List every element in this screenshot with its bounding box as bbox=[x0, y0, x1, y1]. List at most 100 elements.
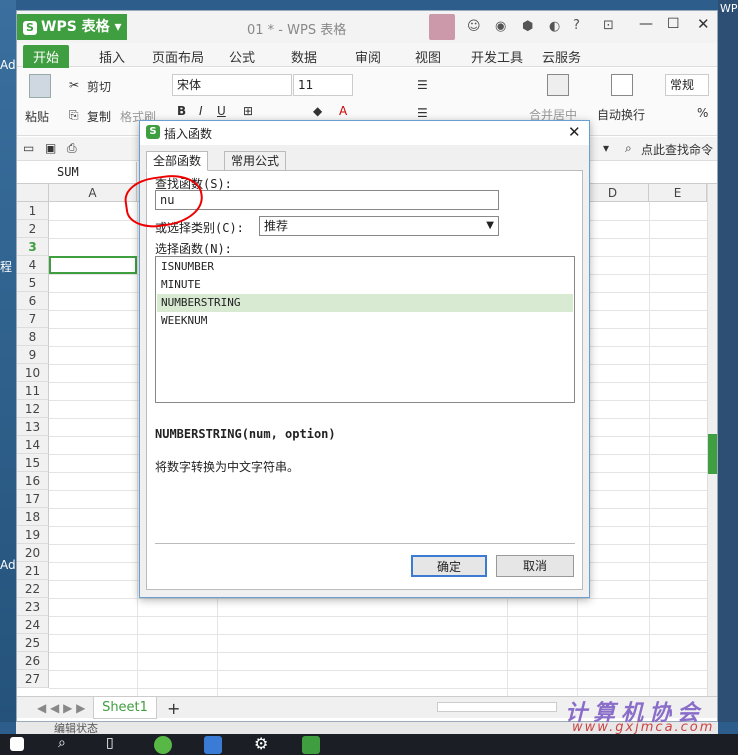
wrap-text-icon[interactable] bbox=[611, 74, 633, 96]
tab-all-functions[interactable]: 全部函数 bbox=[146, 151, 209, 171]
command-search[interactable]: 点此查找命令 bbox=[641, 141, 713, 158]
settings-icon[interactable]: ⚙ bbox=[254, 734, 268, 753]
wps-writer-icon[interactable] bbox=[204, 736, 222, 754]
tab-page-layout[interactable]: 页面布局 bbox=[152, 47, 204, 66]
row-header[interactable]: 10 bbox=[17, 364, 49, 382]
font-size-select[interactable]: 11 bbox=[293, 74, 353, 96]
quick-access-menu-icon[interactable]: ▾ bbox=[603, 141, 609, 155]
row-header[interactable]: 26 bbox=[17, 652, 49, 670]
row-header[interactable]: 18 bbox=[17, 508, 49, 526]
row-header[interactable]: 1 bbox=[17, 202, 49, 220]
start-icon[interactable] bbox=[10, 737, 24, 751]
task-view-icon[interactable]: ▯ bbox=[106, 735, 114, 751]
row-header[interactable]: 8 bbox=[17, 328, 49, 346]
tab-insert[interactable]: 插入 bbox=[99, 47, 125, 66]
vertical-scrollbar[interactable] bbox=[707, 184, 717, 696]
tab-cloud[interactable]: 云服务 bbox=[542, 47, 581, 66]
tab-common-formulas[interactable]: 常用公式 bbox=[224, 151, 287, 171]
wps-spreadsheet-icon[interactable] bbox=[302, 736, 320, 754]
row-header[interactable]: 21 bbox=[17, 562, 49, 580]
row-header[interactable]: 9 bbox=[17, 346, 49, 364]
row-header[interactable]: 22 bbox=[17, 580, 49, 598]
sheet-tab[interactable]: Sheet1 bbox=[93, 697, 157, 719]
tab-home[interactable]: 开始 bbox=[23, 45, 70, 68]
row-header[interactable]: 12 bbox=[17, 400, 49, 418]
align-left-icon[interactable]: ☰ bbox=[417, 106, 428, 120]
row-header[interactable]: 20 bbox=[17, 544, 49, 562]
select-all-corner[interactable] bbox=[17, 184, 49, 202]
font-name-select[interactable]: 宋体 bbox=[172, 74, 292, 96]
list-item-selected[interactable]: NUMBERSTRING bbox=[157, 294, 573, 312]
list-item[interactable]: ISNUMBER bbox=[157, 258, 573, 276]
tab-developer[interactable]: 开发工具 bbox=[471, 47, 523, 66]
paste-button[interactable]: 粘贴 bbox=[25, 108, 49, 125]
row-header[interactable]: 4 bbox=[17, 256, 49, 274]
tab-formulas[interactable]: 公式 bbox=[229, 47, 255, 66]
function-search-input[interactable]: nu bbox=[155, 190, 499, 210]
underline-button[interactable]: U bbox=[217, 104, 226, 118]
row-header[interactable]: 16 bbox=[17, 472, 49, 490]
paste-icon[interactable] bbox=[29, 74, 51, 98]
scroll-thumb[interactable] bbox=[708, 434, 717, 474]
cut-button[interactable]: 剪切 bbox=[87, 78, 111, 95]
column-header[interactable]: E bbox=[649, 184, 707, 202]
active-cell[interactable] bbox=[49, 256, 137, 274]
row-header[interactable]: 24 bbox=[17, 616, 49, 634]
tab-data[interactable]: 数据 bbox=[291, 47, 317, 66]
maximize-icon[interactable]: ☐ bbox=[667, 16, 680, 32]
row-header[interactable]: 27 bbox=[17, 670, 49, 688]
close-icon[interactable]: ✕ bbox=[697, 15, 710, 33]
row-header[interactable]: 2 bbox=[17, 220, 49, 238]
row-header[interactable]: 19 bbox=[17, 526, 49, 544]
border-icon[interactable]: ⊞ bbox=[243, 104, 253, 118]
help-icon[interactable]: ? bbox=[573, 18, 580, 33]
tab-view[interactable]: 视图 bbox=[415, 47, 441, 66]
save-icon[interactable]: ▣ bbox=[45, 141, 56, 155]
row-header[interactable]: 14 bbox=[17, 436, 49, 454]
function-list[interactable]: ISNUMBER MINUTE NUMBERSTRING WEEKNUM bbox=[155, 256, 575, 403]
list-item[interactable]: MINUTE bbox=[157, 276, 573, 294]
row-header[interactable]: 23 bbox=[17, 598, 49, 616]
number-format-select[interactable]: 常规 bbox=[665, 74, 709, 96]
minimize-icon[interactable]: — bbox=[639, 16, 653, 32]
row-header[interactable]: 13 bbox=[17, 418, 49, 436]
category-select[interactable]: 推荐 ▼ bbox=[259, 216, 499, 236]
cancel-button[interactable]: 取消 bbox=[496, 555, 574, 577]
browser-icon[interactable] bbox=[154, 736, 172, 754]
app-menu-button[interactable]: S WPS 表格 ▾ bbox=[17, 14, 127, 40]
row-header[interactable]: 25 bbox=[17, 634, 49, 652]
copy-icon[interactable]: ⎘ bbox=[69, 108, 79, 123]
print-preview-icon[interactable]: ⎙ bbox=[67, 141, 77, 156]
theme-icon[interactable]: ◐ bbox=[549, 19, 560, 34]
collapse-ribbon-icon[interactable]: ⊡ bbox=[603, 18, 614, 33]
close-icon[interactable]: ✕ bbox=[568, 123, 581, 141]
bold-button[interactable]: B bbox=[177, 104, 186, 118]
new-icon[interactable]: ▭ bbox=[23, 141, 34, 155]
settings-icon[interactable]: ⬢ bbox=[522, 19, 533, 34]
align-top-icon[interactable]: ☰ bbox=[417, 78, 428, 92]
share-icon[interactable]: ◉ bbox=[495, 19, 506, 34]
row-header[interactable]: 11 bbox=[17, 382, 49, 400]
add-sheet-icon[interactable]: + bbox=[167, 699, 180, 718]
cut-icon[interactable]: ✂ bbox=[69, 78, 79, 92]
percent-button[interactable]: % bbox=[697, 106, 708, 120]
skin-icon[interactable]: ☺ bbox=[467, 19, 481, 34]
row-header[interactable]: 15 bbox=[17, 454, 49, 472]
name-box[interactable]: SUM bbox=[17, 162, 137, 184]
sheet-nav-icon[interactable]: ◀ ◀ ▶ ▶ bbox=[37, 701, 85, 715]
search-icon[interactable]: ⌕ bbox=[625, 141, 632, 156]
copy-button[interactable]: 复制 bbox=[87, 108, 111, 125]
row-header[interactable]: 7 bbox=[17, 310, 49, 328]
font-color-icon[interactable]: A bbox=[339, 104, 347, 118]
fill-color-icon[interactable]: ◆ bbox=[313, 104, 322, 118]
italic-button[interactable]: I bbox=[199, 104, 203, 118]
list-item[interactable]: WEEKNUM bbox=[157, 312, 573, 330]
row-header[interactable]: 5 bbox=[17, 274, 49, 292]
row-header[interactable]: 3 bbox=[17, 238, 49, 256]
ok-button[interactable]: 确定 bbox=[411, 555, 487, 577]
merge-center-icon[interactable] bbox=[547, 74, 569, 96]
tab-review[interactable]: 审阅 bbox=[355, 47, 381, 66]
search-icon[interactable]: ⌕ bbox=[58, 735, 66, 751]
avatar[interactable] bbox=[429, 14, 455, 40]
wrap-text-button[interactable]: 自动换行 bbox=[597, 106, 645, 123]
